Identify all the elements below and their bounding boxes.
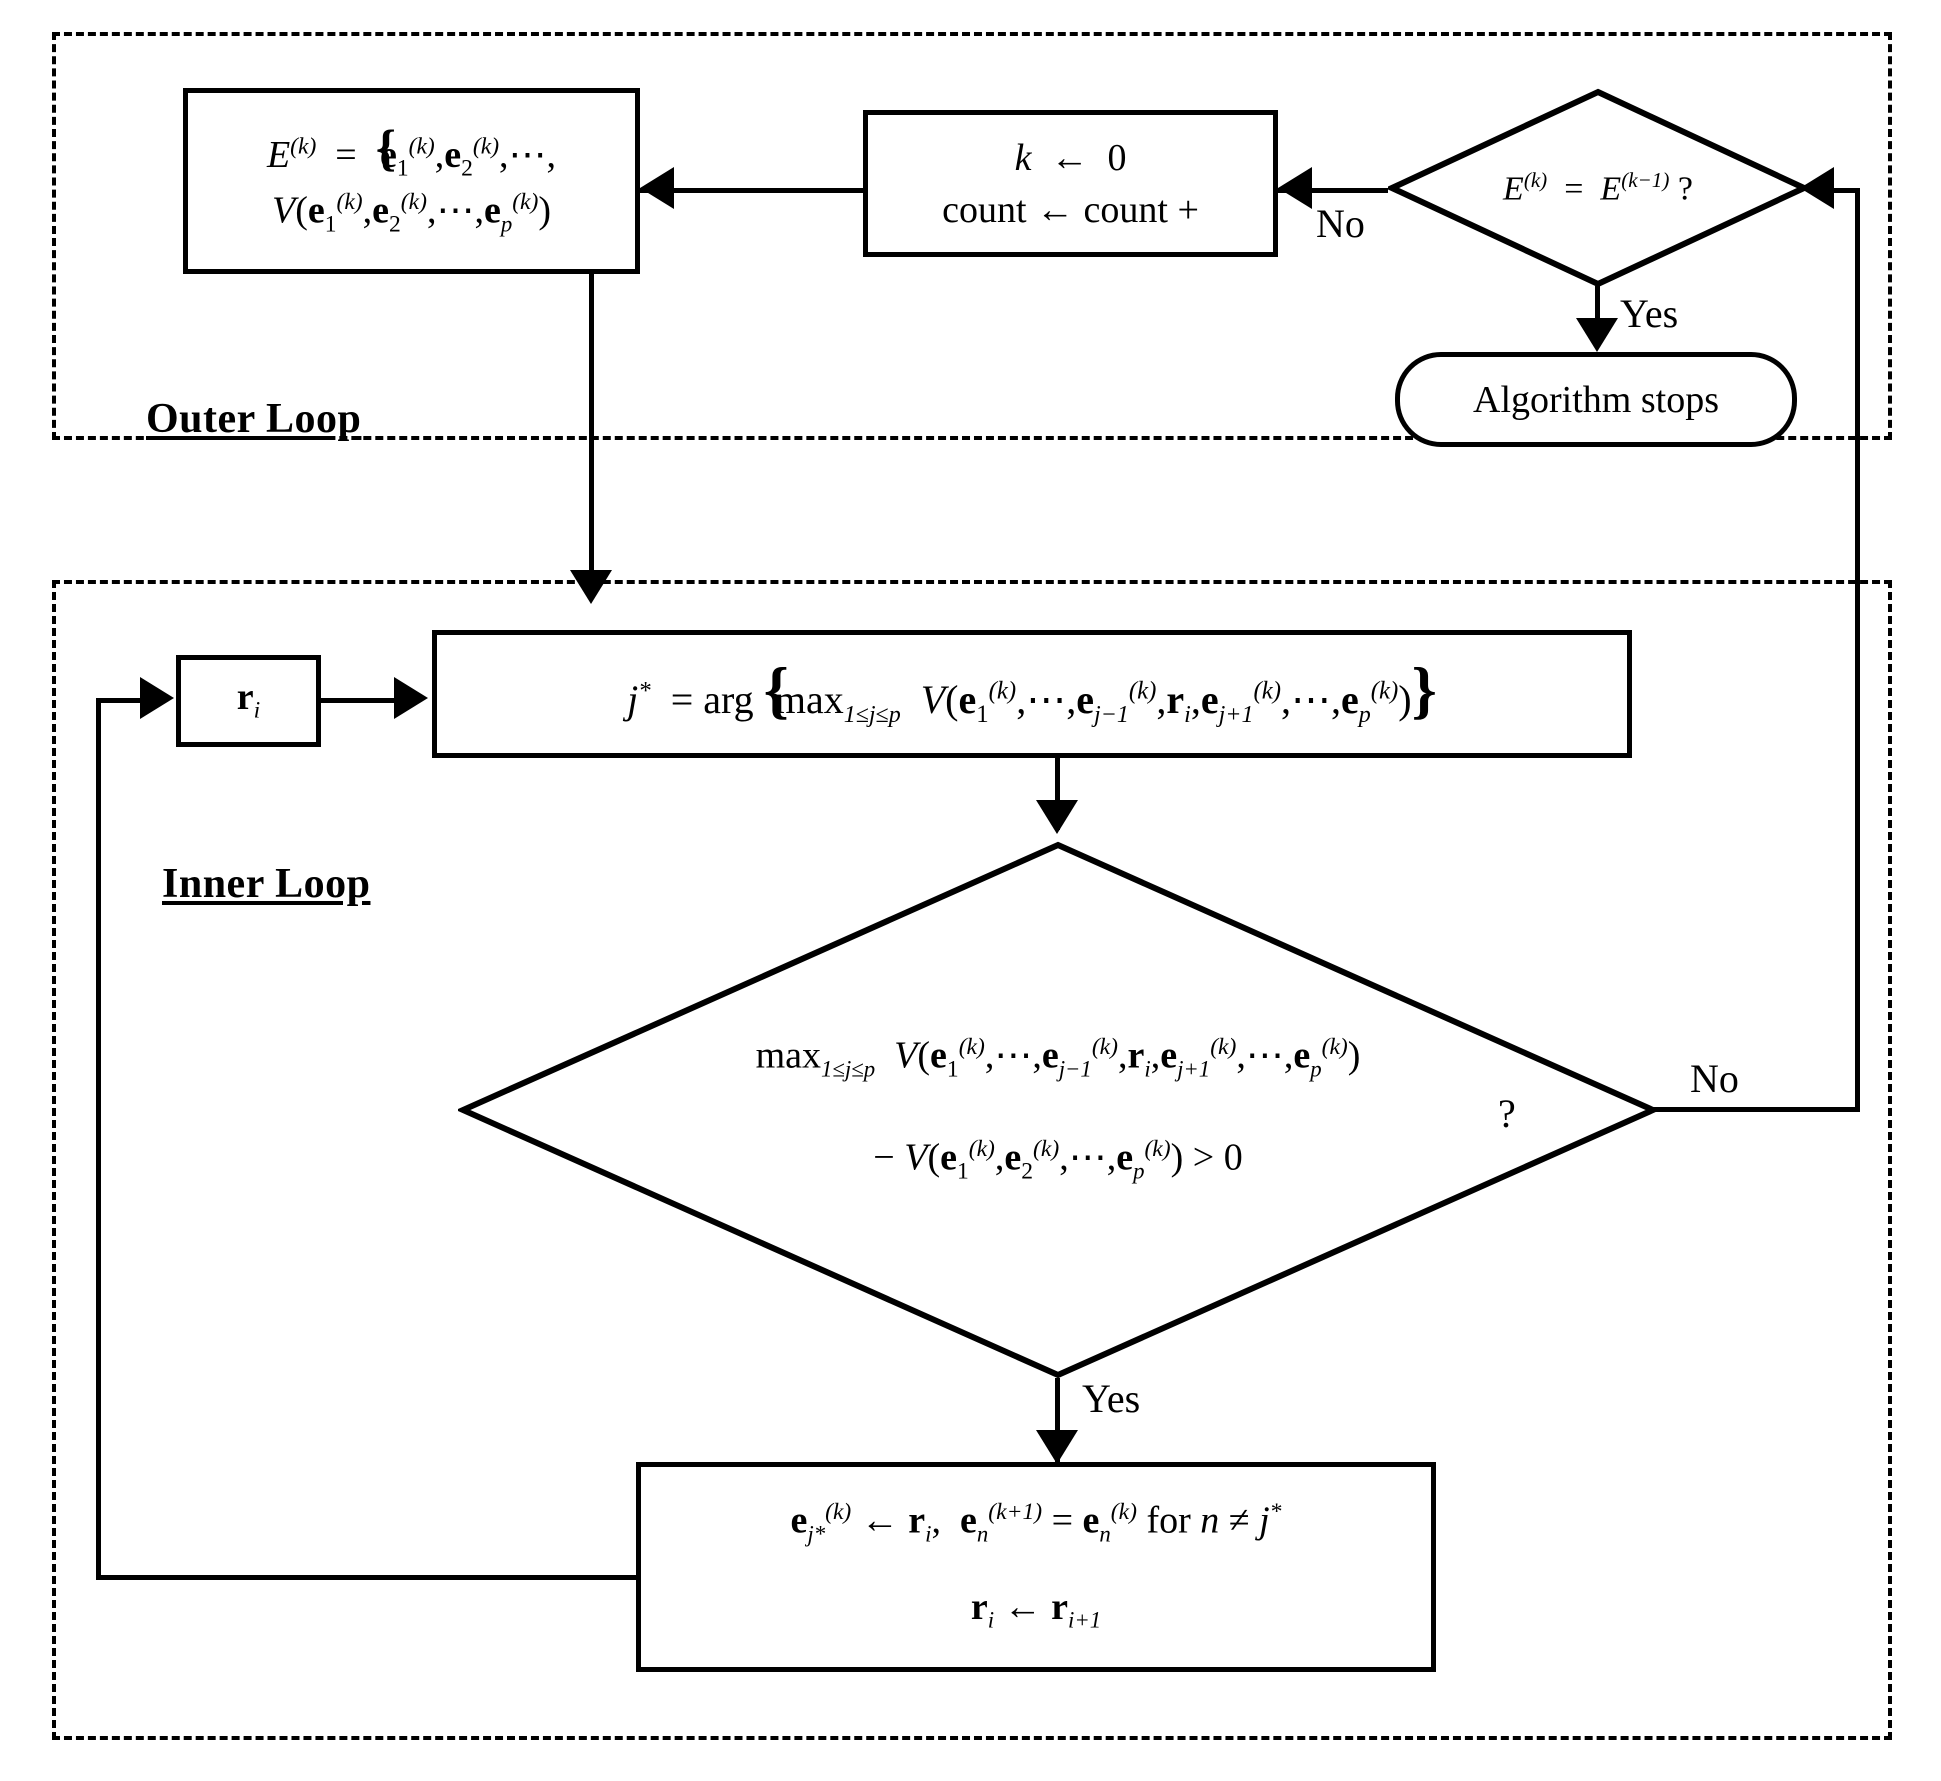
- arrow-feedback-to-r: [140, 677, 174, 719]
- outer-assign-box: E(k) = {e1(k),e2(k),⋯, V(e1(k),e2(k),⋯,e…: [183, 88, 640, 274]
- outer-init-line1: k ← 0: [1014, 136, 1127, 179]
- algorithm-stops-label: Algorithm stops: [1473, 378, 1719, 421]
- arrow-inner-no-to-outer-decision: [1800, 167, 1834, 209]
- outer-init-box: k ← 0 count ← count +: [863, 110, 1278, 257]
- algorithm-stops-box: Algorithm stops: [1395, 352, 1797, 447]
- edge-label-outer-yes: Yes: [1620, 291, 1679, 336]
- outer-loop-label: Outer Loop: [146, 396, 362, 442]
- inner-decision-question: ?: [1498, 1091, 1516, 1136]
- edge-label-outer-no: No: [1316, 201, 1365, 246]
- outer-assign-line1: E(k) = {e1(k),e2(k),⋯,: [266, 120, 557, 182]
- arrow-r-to-argmax: [394, 677, 428, 719]
- outer-decision-diamond: E(k) = E(k−1) ?: [1388, 88, 1808, 288]
- argmax-box: j* = arg {max1≤j≤p V(e1(k),⋯,ej−1(k),ri,…: [432, 630, 1632, 758]
- outer-assign-line2: V(e1(k),e2(k),⋯,ep(k)): [271, 189, 552, 238]
- conn-r-to-argmax: [321, 698, 399, 703]
- conn-feedback-bottom: [96, 1575, 636, 1580]
- r-input-box: ri: [176, 655, 321, 747]
- inner-loop-label: Inner Loop: [162, 861, 371, 907]
- update-box: ej*(k) ← ri, en(k+1) = en(k) for n ≠ j* …: [636, 1462, 1436, 1672]
- conn-inner-no-vertical: [1855, 188, 1860, 1110]
- arrow-assign-to-argmax: [570, 570, 612, 604]
- conn-feedback-top: [96, 698, 146, 703]
- conn-feedback-vertical: [96, 698, 101, 1580]
- inner-decision-diamond: max1≤j≤p V(e1(k),⋯,ej−1(k),ri,ej+1(k),⋯,…: [458, 840, 1658, 1380]
- r-input-label: ri: [236, 676, 261, 725]
- conn-assign-to-argmax: [589, 274, 594, 592]
- arrow-decision-to-stop: [1576, 318, 1618, 352]
- flowchart-canvas: Outer Loop E(k) = {e1(k),e2(k),⋯, V(e1(k…: [0, 0, 1941, 1781]
- argmax-formula: j* = arg {max1≤j≤p V(e1(k),⋯,ej−1(k),ri,…: [627, 654, 1437, 729]
- outer-init-line2: count ← count +: [942, 188, 1199, 231]
- arrow-decision-to-init: [1278, 167, 1312, 209]
- update-line2: ri ← ri+1: [970, 1586, 1102, 1633]
- conn-inner-no-horizontal: [1653, 1107, 1860, 1112]
- arrow-argmax-to-decision: [1036, 800, 1078, 834]
- edge-label-inner-yes: Yes: [1082, 1376, 1141, 1421]
- arrow-init-to-assign: [640, 167, 674, 209]
- edge-label-inner-no: No: [1690, 1056, 1739, 1101]
- update-line1: ej*(k) ← ri, en(k+1) = en(k) for n ≠ j*: [790, 1499, 1282, 1547]
- arrow-inner-yes-to-update: [1036, 1430, 1078, 1464]
